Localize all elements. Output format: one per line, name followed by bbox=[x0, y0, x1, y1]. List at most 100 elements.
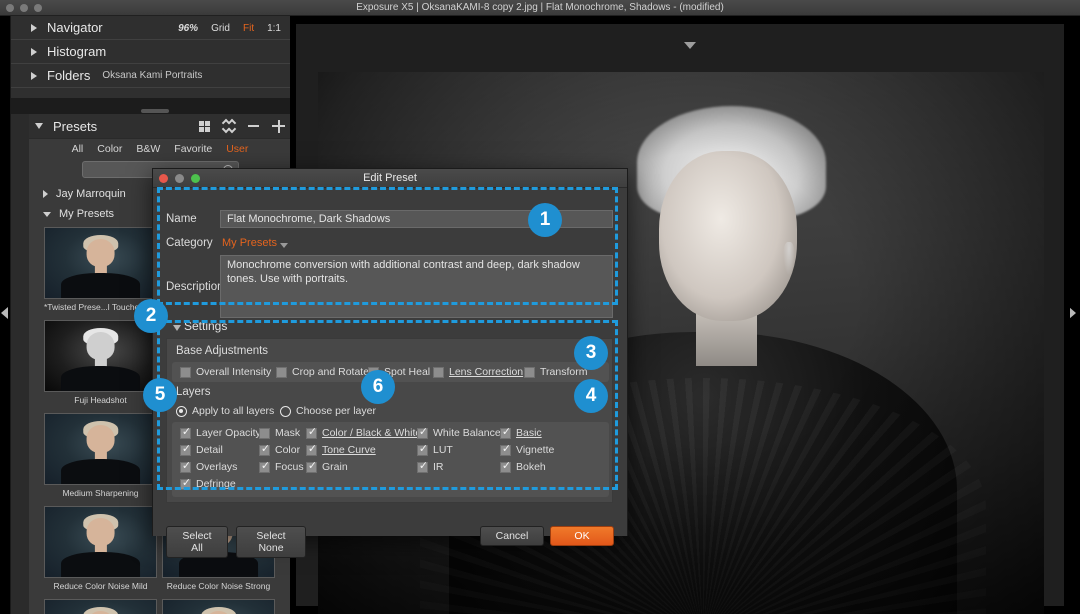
radio-choose-per-layer[interactable]: Choose per layer bbox=[280, 405, 376, 417]
preset-thumbnail-image[interactable] bbox=[162, 599, 275, 614]
remove-preset-icon[interactable] bbox=[248, 125, 259, 127]
chevron-down-icon[interactable] bbox=[43, 212, 51, 217]
checkbox-lut[interactable]: LUT bbox=[417, 444, 453, 456]
dialog-close-icon[interactable] bbox=[159, 174, 168, 183]
checkbox-icon[interactable] bbox=[180, 428, 191, 439]
radio-apply-to-all-layers[interactable]: Apply to all layers bbox=[176, 405, 274, 417]
checkbox-transform[interactable]: Transform bbox=[524, 366, 587, 378]
checkbox-icon[interactable] bbox=[276, 367, 287, 378]
checkbox-overlays[interactable]: Overlays bbox=[180, 461, 237, 473]
checkbox-icon[interactable] bbox=[500, 462, 511, 473]
preset-thumbnail-item[interactable]: Reduce Color Noise Mild bbox=[44, 506, 157, 591]
description-label: Description bbox=[166, 281, 224, 293]
chevron-right-icon[interactable] bbox=[31, 24, 37, 32]
checkbox-vignette[interactable]: Vignette bbox=[500, 444, 554, 456]
checkbox-icon[interactable] bbox=[259, 445, 270, 456]
preset-filter-user[interactable]: User bbox=[226, 143, 248, 155]
preset-thumbnail-image[interactable] bbox=[44, 320, 157, 392]
checkbox-crop-and-rotate[interactable]: Crop and Rotate bbox=[276, 366, 369, 378]
checkbox-icon[interactable] bbox=[180, 445, 191, 456]
checkbox-white-balance[interactable]: White Balance bbox=[417, 427, 501, 439]
chevron-right-icon[interactable] bbox=[43, 190, 48, 198]
preset-thumbnail-image[interactable] bbox=[44, 413, 157, 485]
preset-thumbnail-item[interactable]: Medium Sharpening bbox=[44, 413, 157, 498]
checkbox-icon[interactable] bbox=[306, 462, 317, 473]
checkbox-icon[interactable] bbox=[433, 367, 444, 378]
dialog-minimize-icon[interactable] bbox=[175, 174, 184, 183]
navigator-1to1-button[interactable]: 1:1 bbox=[267, 23, 281, 34]
grid-view-icon[interactable] bbox=[199, 121, 210, 132]
checkbox-label: Color / Black & White bbox=[322, 427, 421, 439]
checkbox-bokeh[interactable]: Bokeh bbox=[500, 461, 546, 473]
checkbox-color[interactable]: Color bbox=[259, 444, 300, 456]
sidebar-item-folders[interactable]: Folders Oksana Kami Portraits bbox=[11, 64, 291, 88]
checkbox-tone-curve[interactable]: Tone Curve bbox=[306, 444, 376, 456]
checkbox-icon[interactable] bbox=[259, 428, 270, 439]
checkbox-icon[interactable] bbox=[306, 428, 317, 439]
preset-thumbnail-item[interactable]: *Twisted Prese...l Touches v1.2 bbox=[44, 227, 157, 312]
preset-thumbnail-image[interactable] bbox=[44, 227, 157, 299]
collapse-all-icon[interactable] bbox=[223, 120, 235, 132]
radio-icon[interactable] bbox=[176, 406, 187, 417]
preset-thumbnail-item[interactable] bbox=[162, 599, 275, 614]
checkbox-icon[interactable] bbox=[180, 367, 191, 378]
preset-filter-favorite[interactable]: Favorite bbox=[174, 143, 212, 155]
checkbox-icon[interactable] bbox=[259, 462, 270, 473]
ok-button[interactable]: OK bbox=[550, 526, 614, 546]
checkbox-color-black-and-white[interactable]: Color / Black & White bbox=[306, 427, 421, 439]
checkbox-overall-intensity[interactable]: Overall Intensity bbox=[180, 366, 271, 378]
collapse-left-panel-arrow[interactable] bbox=[1, 307, 8, 319]
checkbox-label: Mask bbox=[275, 427, 300, 439]
checkbox-icon[interactable] bbox=[417, 445, 428, 456]
checkbox-lens-correction[interactable]: Lens Correction bbox=[433, 366, 523, 378]
checkbox-icon[interactable] bbox=[417, 462, 428, 473]
checkbox-icon[interactable] bbox=[417, 428, 428, 439]
select-all-button[interactable]: Select All bbox=[166, 526, 228, 558]
preset-description-textarea[interactable]: Monochrome conversion with additional co… bbox=[220, 255, 613, 318]
chevron-down-icon[interactable] bbox=[280, 243, 288, 248]
select-none-button[interactable]: Select None bbox=[236, 526, 306, 558]
preset-filter-color[interactable]: Color bbox=[97, 143, 122, 155]
add-preset-icon[interactable] bbox=[272, 120, 285, 133]
checkbox-label: Tone Curve bbox=[322, 444, 376, 456]
checkbox-label: White Balance bbox=[433, 427, 501, 439]
panel-resize-handle[interactable] bbox=[141, 109, 169, 113]
checkbox-mask[interactable]: Mask bbox=[259, 427, 300, 439]
dialog-maximize-icon[interactable] bbox=[191, 174, 200, 183]
chevron-right-icon[interactable] bbox=[31, 72, 37, 80]
preset-thumbnail-image[interactable] bbox=[44, 506, 157, 578]
navigator-grid-button[interactable]: Grid bbox=[211, 23, 230, 34]
checkbox-icon[interactable] bbox=[180, 462, 191, 473]
checkbox-layer-opacity[interactable]: Layer Opacity bbox=[180, 427, 261, 439]
checkbox-icon[interactable] bbox=[180, 479, 191, 490]
checkbox-focus[interactable]: Focus bbox=[259, 461, 304, 473]
checkbox-detail[interactable]: Detail bbox=[180, 444, 223, 456]
checkbox-icon[interactable] bbox=[500, 445, 511, 456]
category-dropdown-value[interactable]: My Presets bbox=[222, 237, 277, 249]
checkbox-ir[interactable]: IR bbox=[417, 461, 444, 473]
presets-header[interactable]: Presets bbox=[29, 114, 291, 138]
preset-filter-bw[interactable]: B&W bbox=[136, 143, 160, 155]
settings-chevron-down-icon[interactable] bbox=[173, 325, 181, 331]
preset-thumbnail-image[interactable] bbox=[44, 599, 157, 614]
checkbox-icon[interactable] bbox=[524, 367, 535, 378]
settings-panel: Base Adjustments Overall Intensity Crop … bbox=[166, 338, 613, 503]
sidebar-item-histogram[interactable]: Histogram bbox=[11, 40, 291, 64]
collapse-right-panel-arrow[interactable] bbox=[1069, 307, 1076, 319]
cancel-button[interactable]: Cancel bbox=[480, 526, 544, 546]
checkbox-grain[interactable]: Grain bbox=[306, 461, 348, 473]
checkbox-basic[interactable]: Basic bbox=[500, 427, 542, 439]
viewport-toolbar-chevron-down-icon[interactable] bbox=[684, 42, 696, 49]
navigator-fit-button[interactable]: Fit bbox=[243, 23, 254, 34]
checkbox-defringe[interactable]: Defringe bbox=[180, 478, 236, 490]
preset-thumbnail-item[interactable] bbox=[44, 599, 157, 614]
checkbox-icon[interactable] bbox=[306, 445, 317, 456]
preset-filter-all[interactable]: All bbox=[72, 143, 84, 155]
radio-icon[interactable] bbox=[280, 406, 291, 417]
preset-thumbnail-item[interactable]: Fuji Headshot bbox=[44, 320, 157, 405]
chevron-down-icon[interactable] bbox=[35, 123, 43, 129]
chevron-right-icon[interactable] bbox=[31, 48, 37, 56]
preset-filter-tabs[interactable]: All Color B&W Favorite User bbox=[29, 143, 291, 155]
checkbox-icon[interactable] bbox=[500, 428, 511, 439]
sidebar-item-navigator[interactable]: Navigator 96% Grid Fit 1:1 bbox=[11, 16, 291, 40]
